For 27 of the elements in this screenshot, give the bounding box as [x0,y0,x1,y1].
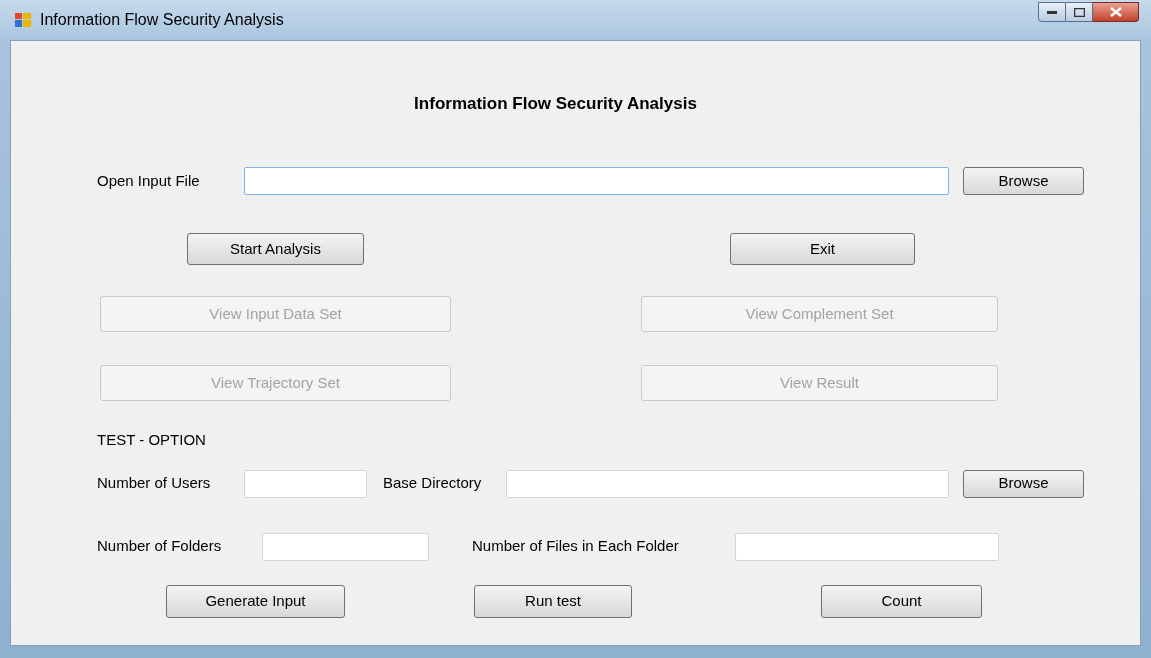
text-field[interactable] [506,469,949,498]
button[interactable]: Generate Input [166,585,345,618]
section-title: TEST - OPTION [97,429,206,450]
close-icon [1109,7,1122,17]
minimize-icon [1047,10,1057,14]
button[interactable]: Run test [474,585,632,618]
text-field[interactable] [244,469,367,498]
button[interactable]: Browse [963,469,1084,498]
button[interactable]: Browse [963,167,1084,195]
field-label: Open Input File [97,170,201,191]
button[interactable]: Exit [730,233,915,265]
field-label: Number of Users [97,473,212,494]
field-label: Number of Files in Each Folder [472,536,680,557]
button[interactable]: Count [821,585,982,618]
minimize-button[interactable] [1038,2,1066,22]
field-label: Base Directory [383,473,483,494]
button[interactable]: Start Analysis [187,233,364,265]
maximize-button[interactable] [1066,2,1093,22]
close-button[interactable] [1093,2,1139,22]
form-heading: Information Flow Security Analysis [414,93,697,116]
text-field[interactable] [262,532,429,561]
text-field[interactable] [735,532,999,561]
field-label: Number of Folders [97,536,223,557]
app-icon [14,11,32,29]
maximize-icon [1073,7,1085,17]
window-title: Information Flow Security Analysis [40,10,284,30]
text-field[interactable] [244,167,949,195]
